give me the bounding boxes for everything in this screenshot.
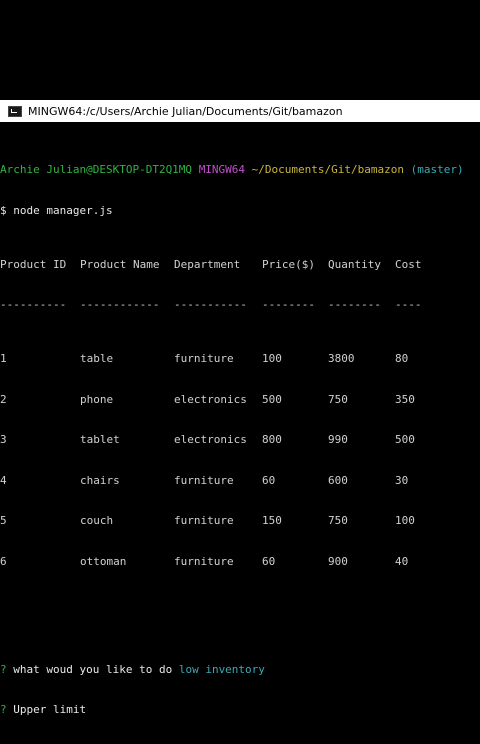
question-answer: low inventory [178,662,265,676]
table-separator: -------- [328,298,381,311]
table-row: 5 couch furniture 150 750 100 [0,514,480,528]
table-cell: 350 [395,392,415,406]
table-header-cell: Department [174,257,241,271]
table-cell: electronics [174,392,247,406]
table-cell: 3800 [328,352,355,365]
table-cell: 750 [328,392,348,406]
table-cell: electronics [174,433,247,446]
table-cell: 900 [328,554,348,568]
window-title: MINGW64:/c/Users/Archie Julian/Documents… [28,104,343,118]
question-text: what woud you like to do [13,662,173,676]
command-line: $ node manager.js [0,204,480,218]
table-row: 6 ottoman furniture 60 900 40 [0,555,480,569]
table-cell: 60 [262,473,276,487]
table-cell: 2 [0,392,7,406]
question-text: Upper limit [13,703,87,716]
table-cell: 4 [0,473,7,487]
table-row: 3 tablet electronics 800 990 500 [0,433,480,447]
prompt-line: Archie Julian@DESKTOP-DT2Q1MQ MINGW64 ~/… [0,163,480,177]
table-separator: -------- [262,298,315,311]
table-cell: 30 [395,473,409,487]
table-separator-row: ---------- ------------ ----------- -------… [0,298,480,312]
table-cell: 40 [395,554,409,568]
table-cell: 3 [0,433,7,446]
prompt-path: ~/Documents/Git/bamazon [251,163,404,176]
table-cell: 150 [262,514,282,527]
question-mark: ? [0,703,7,716]
table-cell: tablet [80,433,120,446]
table-cell: 6 [0,554,7,568]
table-cell: 5 [0,514,7,527]
table-separator: ---------- [0,298,67,311]
table-header-cell: Product ID [0,257,67,271]
table-cell: furniture [174,554,234,568]
table-header-cell: Quantity [328,257,381,271]
table-separator: ------------ [80,298,160,311]
table-row: 4 chairs furniture 60 600 30 [0,474,480,488]
table-header-row: Product ID Product Name Department Price($)… [0,258,480,272]
terminal-output[interactable]: Archie Julian@DESKTOP-DT2Q1MQ MINGW64 ~/… [0,136,480,744]
prompt-branch: (master) [410,163,464,176]
inquirer-question-1: ? what woud you like to do low inventory [0,663,480,677]
table-header-cell: Price($) [262,257,315,271]
table-cell: 80 [395,352,409,365]
table-cell: 100 [395,514,415,527]
table-cell: ottoman [80,554,127,568]
table-cell: 800 [262,433,282,446]
table-cell: 1 [0,352,7,365]
terminal-window: MINGW64:/c/Users/Archie Julian/Documents… [0,100,480,716]
prompt-symbol: $ [0,203,7,217]
table-cell: couch [80,514,114,527]
table-separator: ----------- [174,298,247,311]
table-separator: ---- [395,298,422,311]
terminal-icon [8,105,22,117]
prompt-shell: MINGW64 [198,163,246,176]
table-cell: table [80,352,114,365]
command-text: node manager.js [13,203,113,217]
inquirer-question-2[interactable]: ? Upper limit [0,703,480,717]
table-cell: 500 [262,392,282,406]
table-header-cell: Cost [395,257,422,271]
question-mark: ? [0,662,7,676]
table-cell: furniture [174,473,234,487]
table-cell: 990 [328,433,348,446]
table-cell: phone [80,392,114,406]
table-cell: 600 [328,473,348,487]
table-row: 1 table furniture 100 3800 80 [0,352,480,366]
prompt-user-host: Archie Julian@DESKTOP-DT2Q1MQ [0,163,193,176]
table-cell: 500 [395,433,415,446]
table-cell: chairs [80,473,120,487]
title-bar[interactable]: MINGW64:/c/Users/Archie Julian/Documents… [0,100,480,122]
table-cell: furniture [174,514,234,527]
table-cell: furniture [174,352,234,365]
table-cell: 100 [262,352,282,365]
table-cell: 750 [328,514,348,527]
table-row: 2 phone electronics 500 750 350 [0,393,480,407]
table-header-cell: Product Name [80,257,160,271]
table-cell: 60 [262,554,276,568]
